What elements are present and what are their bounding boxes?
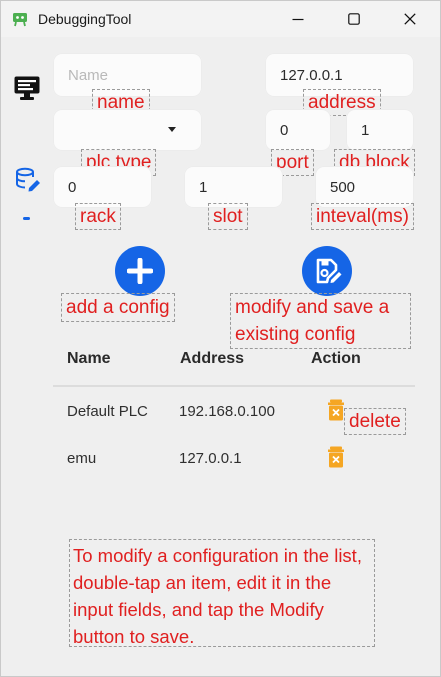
db-block-input-value: 1 (361, 121, 370, 139)
add-config-button[interactable] (115, 246, 165, 296)
annotation-rack: rack (75, 203, 121, 230)
table-header-name: Name (67, 350, 111, 367)
table-header-divider (53, 385, 415, 387)
delete-icon[interactable] (327, 399, 345, 421)
table-header-action: Action (311, 350, 361, 367)
plc-type-select[interactable] (53, 109, 202, 151)
annotation-interval: inteval(ms) (311, 203, 414, 230)
interval-input-value: 500 (330, 178, 356, 196)
annotation-slot: slot (208, 203, 248, 230)
minimize-icon (292, 18, 304, 21)
delete-icon[interactable] (327, 446, 345, 468)
save-edit-icon (316, 258, 342, 284)
app-icon (13, 13, 27, 27)
name-input-placeholder: Name (68, 66, 109, 84)
annotation-add: add a config (61, 293, 175, 322)
row-name: Default PLC (67, 403, 148, 420)
chevron-down-icon (168, 127, 176, 132)
annotation-help: To modify a configuration in the list, d… (69, 539, 375, 647)
database-edit-icon[interactable] (15, 167, 43, 193)
maximize-button[interactable] (331, 1, 377, 37)
row-name: emu (67, 450, 97, 467)
rack-input-value: 0 (68, 178, 77, 196)
close-icon (404, 13, 416, 25)
slot-input-value: 1 (199, 178, 208, 196)
row-address: 127.0.0.1 (179, 450, 242, 467)
app-window: DebuggingTool Name name 127.0.0.1 addres… (0, 0, 441, 677)
close-button[interactable] (387, 1, 433, 37)
interval-input[interactable]: 500 (315, 166, 414, 208)
annotation-delete: delete (344, 408, 406, 435)
slot-input[interactable]: 1 (184, 166, 283, 208)
table-header-address: Address (180, 350, 245, 367)
minimize-button[interactable] (275, 1, 321, 37)
maximize-icon (348, 13, 360, 25)
port-input-value: 0 (280, 121, 289, 139)
port-input[interactable]: 0 (265, 109, 331, 151)
address-input-value: 127.0.0.1 (280, 66, 343, 84)
main-content: Name name 127.0.0.1 address plc type 0 p… (1, 37, 440, 676)
window-title: DebuggingTool (38, 11, 132, 27)
modify-config-button[interactable] (302, 246, 352, 296)
title-bar: DebuggingTool (1, 1, 440, 37)
rack-input[interactable]: 0 (53, 166, 152, 208)
annotation-modify: modify and save a existing config (230, 293, 411, 349)
row-address: 192.168.0.100 (179, 403, 275, 420)
active-tab-indicator (23, 217, 30, 220)
plus-icon (127, 258, 153, 284)
db-block-input[interactable]: 1 (346, 109, 414, 151)
monitor-icon[interactable] (13, 75, 41, 101)
